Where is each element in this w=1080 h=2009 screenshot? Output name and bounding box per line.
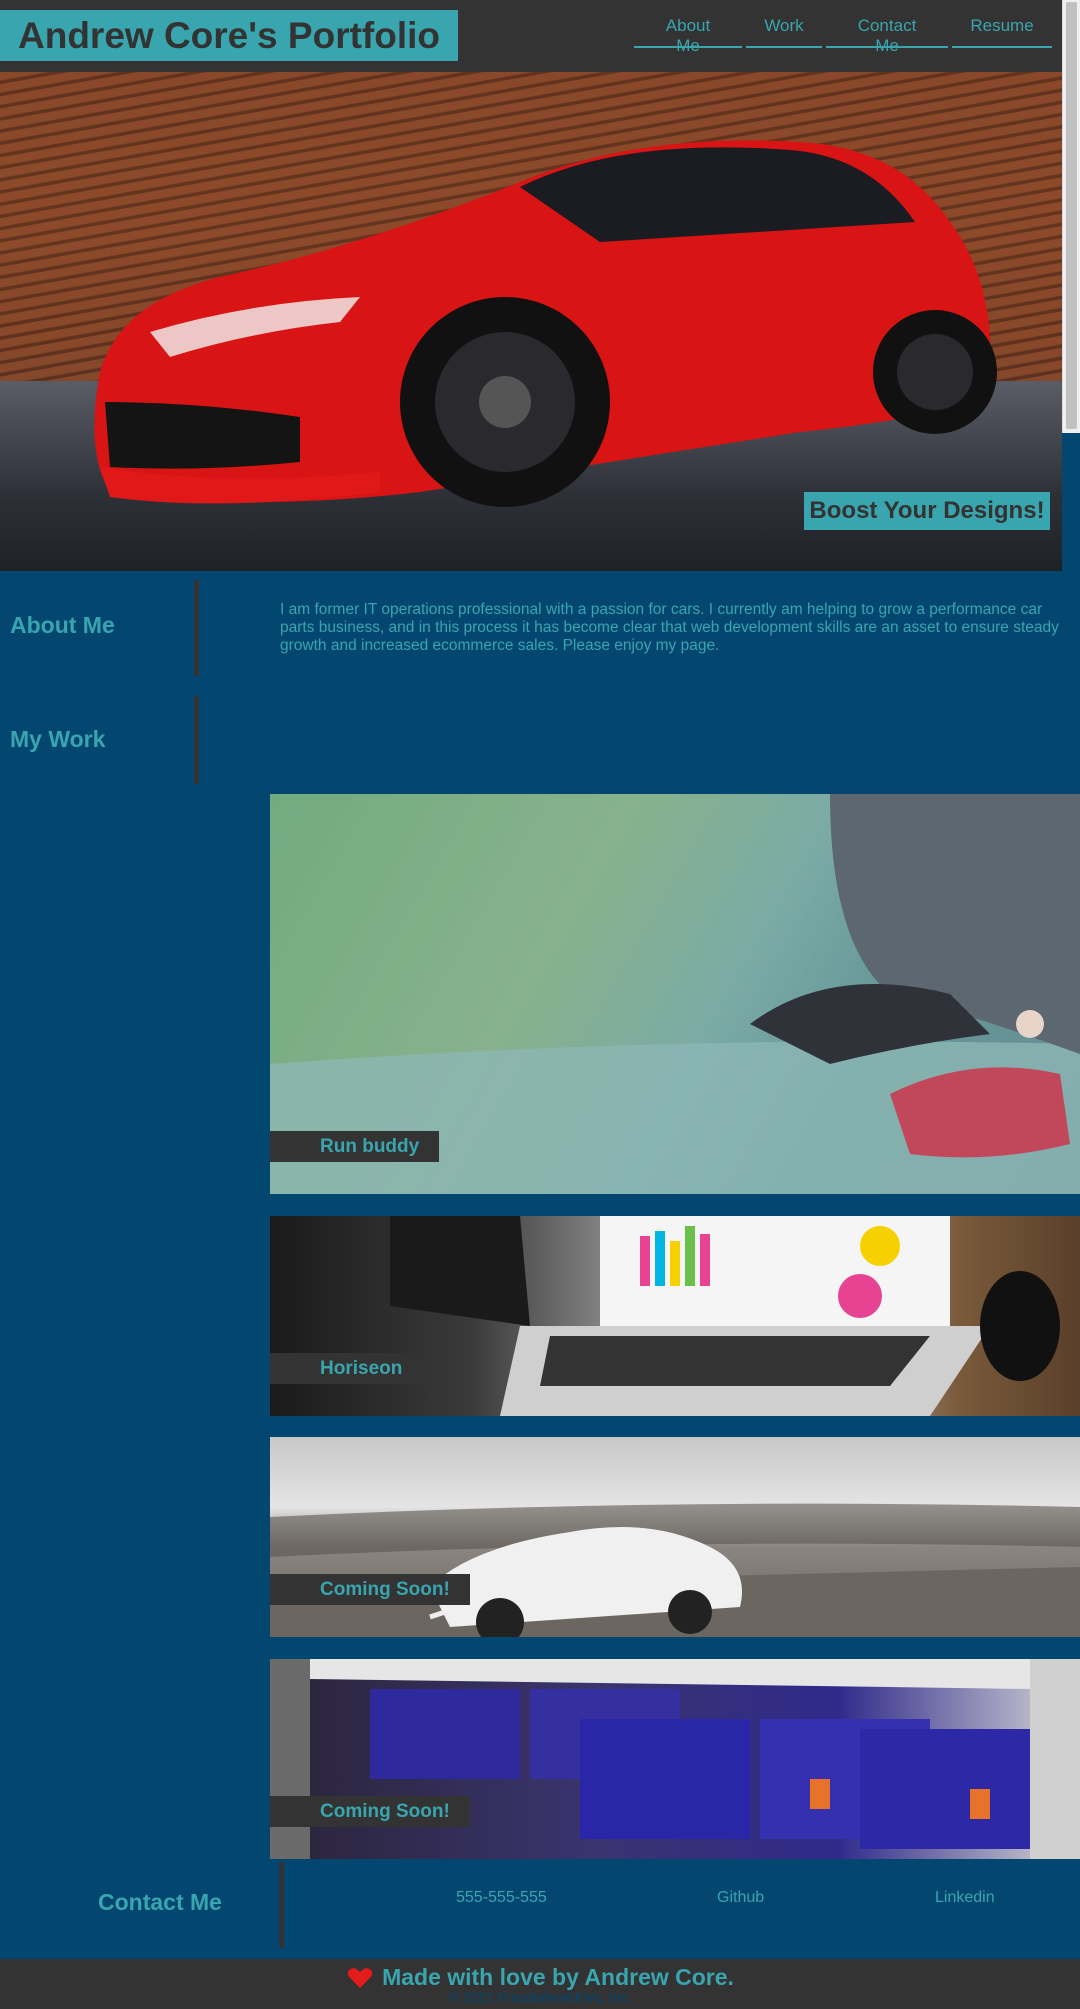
- work-item-label: Horiseon: [270, 1353, 423, 1384]
- site-title[interactable]: Andrew Core's Portfolio: [0, 10, 458, 61]
- site-header: Andrew Core's Portfolio About Me Work Co…: [0, 0, 1080, 72]
- footer-made-with-line: Made with love by Andrew Core.: [0, 1964, 1080, 1991]
- work-heading: My Work: [10, 726, 106, 752]
- nav-about-me[interactable]: About Me: [634, 12, 742, 55]
- main-nav: About Me Work Contact Me Resume: [634, 12, 1052, 55]
- work-item-coming-soon-1[interactable]: Coming Soon!: [270, 1437, 1080, 1637]
- laptop-analytics-image: [390, 1216, 1060, 1416]
- work-item-horiseon[interactable]: Horiseon: [270, 1216, 1080, 1416]
- contact-linkedin-link[interactable]: Linkedin: [935, 1889, 995, 1907]
- nav-resume[interactable]: Resume: [952, 12, 1052, 48]
- work-item-label: Run buddy: [270, 1131, 440, 1162]
- scrollbar-thumb[interactable]: [1066, 2, 1077, 429]
- brake-boxes-image: [270, 1659, 1080, 1859]
- work-divider: [194, 696, 199, 784]
- work-item-run-buddy[interactable]: Run buddy: [270, 794, 1080, 1194]
- contact-divider: [279, 1862, 284, 1948]
- work-item-label: Coming Soon!: [270, 1796, 470, 1827]
- nav-contact-me[interactable]: Contact Me: [826, 12, 948, 55]
- work-item-label: Coming Soon!: [270, 1574, 470, 1605]
- site-footer: Made with love by Andrew Core. © 2021 Fr…: [0, 1959, 1080, 2009]
- nav-work[interactable]: Work: [746, 12, 822, 48]
- work-item-coming-soon-2[interactable]: Coming Soon!: [270, 1659, 1080, 1859]
- about-divider: [194, 580, 199, 676]
- scrollbar[interactable]: [1062, 0, 1080, 433]
- about-text: I am former IT operations professional w…: [280, 601, 1059, 654]
- hero-banner: Boost Your Designs!: [0, 72, 1062, 571]
- contact-phone-link[interactable]: 555-555-555: [456, 1889, 547, 1907]
- footer-made-with-text: Made with love by Andrew Core.: [382, 1964, 734, 1990]
- contact-github-link[interactable]: Github: [717, 1889, 764, 1907]
- contact-heading: Contact Me: [98, 1889, 222, 1915]
- hero-tagline: Boost Your Designs!: [804, 492, 1050, 530]
- footer-copyright: © 2021 Fraudwheeldrive, Inc.: [448, 1989, 632, 2005]
- about-heading: About Me: [10, 612, 115, 638]
- sports-car-image: [270, 1503, 1080, 1637]
- heart-icon: [346, 1966, 374, 1990]
